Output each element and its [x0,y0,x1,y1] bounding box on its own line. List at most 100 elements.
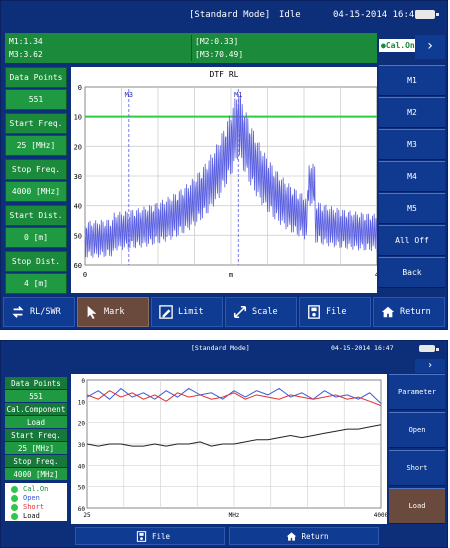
menu-item-m3[interactable]: M3 [379,129,445,160]
menu-item-m2[interactable]: M2 [379,97,445,128]
x-tick-label: MHz [229,512,240,519]
status-dot-icon [11,494,18,502]
return-button-2[interactable]: Return [229,527,379,545]
mark-button[interactable]: Mark [77,297,149,327]
battery-icon [419,345,439,352]
button-label: Return [400,307,431,317]
marker-readout-bar: M1:1.34 M3:3.62 [M2:0.33] [M3:70.49] [5,33,377,63]
cursor-icon [87,305,97,319]
y-tick-label: 20 [74,143,82,151]
setting-value[interactable]: 551 [5,390,67,402]
setting-label: Start Dist. [5,205,67,226]
setting-value[interactable]: 4000 [MHz] [5,181,67,202]
scale-button[interactable]: Scale [225,297,297,327]
menu-item-short[interactable]: Short [389,450,445,486]
limit-button[interactable]: Limit [151,297,223,327]
marker-m3-readout: M3:3.62 [9,50,43,59]
x-tick-label: 4000 [374,512,387,519]
mode-label: [Standard Mode] [189,10,271,20]
setting-value[interactable]: 551 [5,89,67,110]
menu-item-back[interactable]: Back [379,257,445,288]
menu-item-all-off[interactable]: All Off [379,225,445,256]
marker-m2-readout: [M2:0.33] [195,37,239,46]
setting-value[interactable]: 4000 [MHz] [5,468,67,480]
y-tick-label: 10 [78,399,86,406]
y-tick-label: 10 [74,114,82,122]
y-tick-label: 30 [78,442,86,449]
legend-item: Short [11,503,44,511]
battery-icon [415,10,439,19]
y-tick-label: 50 [74,232,82,240]
x-tick-label: 4 [375,271,377,279]
y-tick-label: 40 [74,203,82,211]
x-tick-label: 0 [83,271,87,279]
status-bar: [Standard Mode] Idle 04-15-2014 16:47 [1,1,447,29]
datetime-label: 04-15-2014 16:47 [333,10,420,20]
chart-title: DTF RL [210,70,239,79]
setting-value[interactable]: 0 [m] [5,227,67,248]
menu-item-load[interactable]: Load [389,488,445,524]
bottom-toolbar: RL/SWR Mark Limit Scale File Return [1,295,447,329]
button-label: Mark [104,307,125,317]
marker-m3-value: [M3:70.49] [195,50,244,59]
menu-item-open[interactable]: Open [389,412,445,448]
pencil-icon [159,305,173,319]
setting-label: Stop Dist. [5,251,67,272]
y-tick-label: 50 [78,485,86,492]
x-tick-label: 25 [83,512,91,519]
rl-swr-button[interactable]: RL/SWR [3,297,75,327]
file-button[interactable]: File [299,297,371,327]
dtf-plot: DTF RL01020304050600m4M3M1 [74,70,380,279]
button-label: Return [301,531,329,541]
status-bar-2: [Standard Mode] 04-15-2014 16:47 [1,341,447,359]
menu-item-m5[interactable]: M5 [379,193,445,224]
x-tick-label: m [229,271,233,279]
home-icon [381,306,395,318]
bottom-toolbar-2: File Return [1,525,447,547]
legend-label: Load [23,512,40,520]
next-page-button-2[interactable]: › [415,359,445,373]
setting-value[interactable]: Load [5,416,67,428]
status-dot-icon [11,512,18,520]
setting-label: Data Points [5,377,67,389]
y-tick-label: 60 [74,262,82,270]
y-tick-label: 30 [74,173,82,181]
dtf-chart: DTF RL01020304050600m4M3M1 [71,67,380,293]
legend-label: Cal.On [23,485,49,493]
home-icon [286,531,297,541]
marker-m1-readout: M1:1.34 [9,37,43,46]
setting-label: Stop Freq. [5,159,67,180]
return-button[interactable]: Return [373,297,445,327]
trace-legend: Cal.On Open Short Load [5,483,67,521]
setting-label: Stop Freq. [5,455,67,467]
disk-icon [308,305,320,319]
legend-item: Cal.On [11,485,48,493]
setting-label: Start Freq. [5,429,67,441]
mode-label-2: [Standard Mode] [191,344,250,352]
button-label: RL/SWR [30,307,61,317]
setting-value[interactable]: 25 [MHz] [5,135,67,156]
swap-arrows-icon [12,306,24,318]
menu-item-parameter[interactable]: Parameter [389,374,445,410]
menu-item-m1[interactable]: M1 [379,65,445,96]
legend-label: Open [23,494,40,502]
dtf-screen: [Standard Mode] Idle 04-15-2014 16:47 M1… [0,0,448,330]
y-tick-label: 0 [81,378,85,385]
file-button-2[interactable]: File [75,527,225,545]
legend-label: Short [23,503,45,511]
cal-plot: 010203040506025 MHz 4000 [78,378,389,519]
calibration-screen: [Standard Mode] 04-15-2014 16:47 › Data … [0,340,448,548]
button-label: Scale [252,307,278,317]
setting-value[interactable]: 25 [MHz] [5,442,67,454]
button-label: File [151,531,171,541]
status-dot-icon [11,485,18,493]
button-label: File [326,307,347,317]
resize-icon [233,305,247,319]
marker-label-m3: M3 [125,91,133,99]
next-page-button[interactable]: › [415,35,445,59]
menu-item-m4[interactable]: M4 [379,161,445,192]
setting-value[interactable]: 4 [m] [5,273,67,294]
y-tick-label: 20 [78,421,86,428]
disk-icon [137,530,147,542]
status-dot-icon [11,503,18,511]
